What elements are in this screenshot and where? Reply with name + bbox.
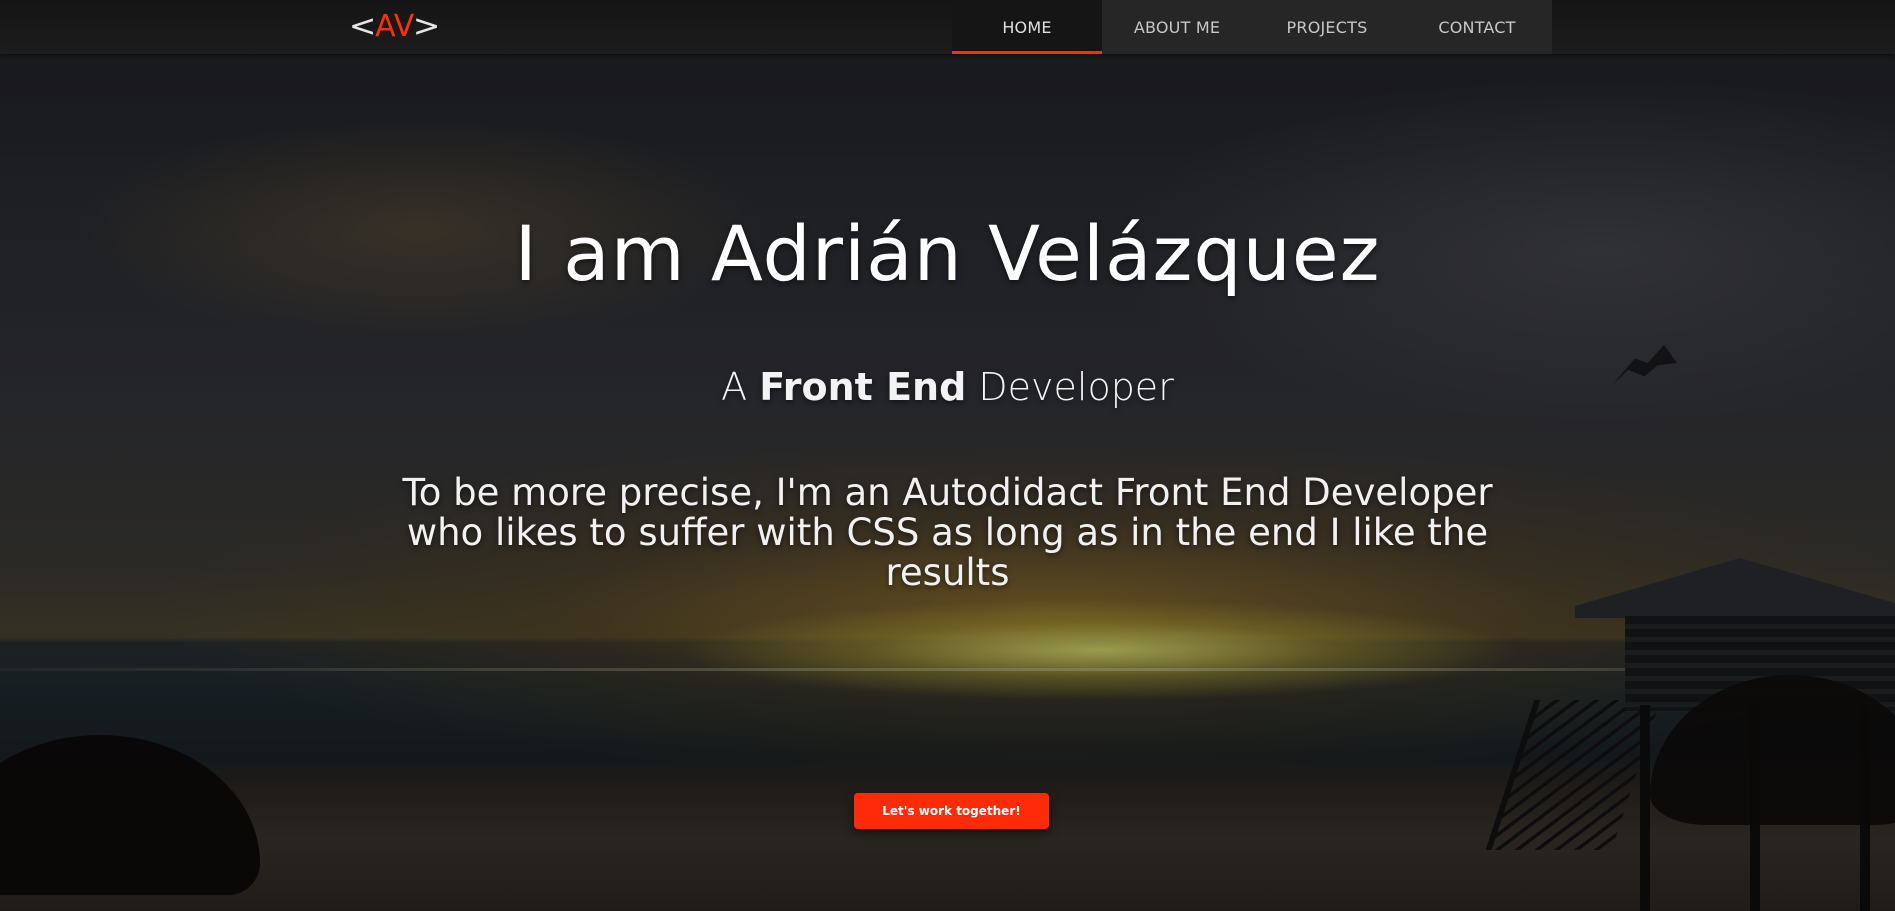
lets-work-together-button[interactable]: Let's work together! xyxy=(854,793,1049,829)
logo-left-bracket: < xyxy=(348,9,377,44)
background-overlay xyxy=(0,0,1895,911)
subtitle-highlight: Front End xyxy=(759,365,967,409)
top-navbar: < AV > HOME ABOUT ME PROJECTS CONTACT xyxy=(0,0,1895,54)
nav-item-projects[interactable]: PROJECTS xyxy=(1252,0,1402,54)
nav-item-about-me[interactable]: ABOUT ME xyxy=(1102,0,1252,54)
hero-subtitle: A Front End Developer xyxy=(0,365,1895,411)
logo-right-bracket: > xyxy=(413,9,441,44)
nav-item-home[interactable]: HOME xyxy=(952,0,1102,54)
hero-title: I am Adrián Velázquez xyxy=(514,209,1381,298)
nav-item-contact[interactable]: CONTACT xyxy=(1402,0,1552,54)
main-nav: HOME ABOUT ME PROJECTS CONTACT xyxy=(952,0,1552,54)
subtitle-suffix: Developer xyxy=(966,365,1174,409)
page: < AV > HOME ABOUT ME PROJECTS CONTACT I … xyxy=(0,0,1895,911)
hero-description: To be more precise, I'm an Autodidact Fr… xyxy=(402,471,1493,594)
subtitle-prefix: A xyxy=(721,365,760,409)
site-logo[interactable]: < AV > xyxy=(348,8,441,46)
logo-initials: AV xyxy=(375,9,415,44)
